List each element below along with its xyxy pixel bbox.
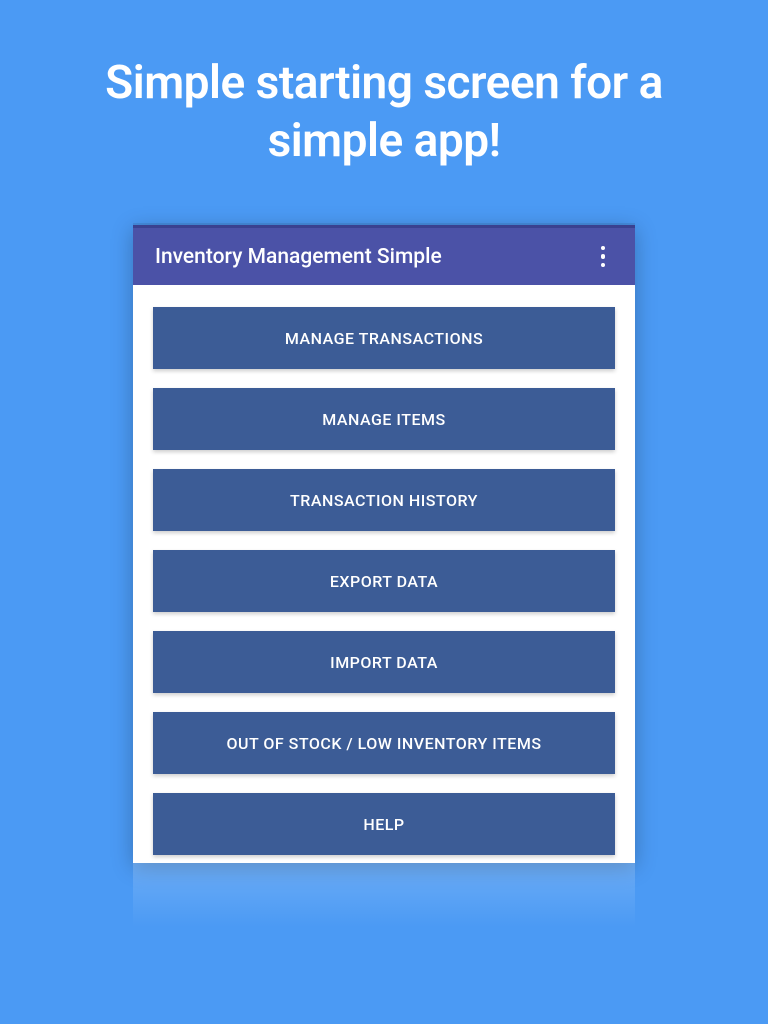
menu-button-label: MANAGE TRANSACTIONS — [285, 329, 483, 348]
reflection-decoration — [133, 863, 635, 943]
more-vert-icon — [601, 246, 606, 251]
menu-button-label: TRANSACTION HISTORY — [290, 491, 478, 510]
menu-button-label: OUT OF STOCK / LOW INVENTORY ITEMS — [226, 734, 541, 753]
low-inventory-button[interactable]: OUT OF STOCK / LOW INVENTORY ITEMS — [153, 712, 615, 774]
menu-button-label: EXPORT DATA — [330, 572, 438, 591]
app-bar-title: Inventory Management Simple — [155, 245, 442, 269]
transaction-history-button[interactable]: TRANSACTION HISTORY — [153, 469, 615, 531]
menu-button-label: IMPORT DATA — [330, 653, 438, 672]
export-data-button[interactable]: EXPORT DATA — [153, 550, 615, 612]
overflow-menu-button[interactable] — [589, 237, 617, 277]
main-menu: MANAGE TRANSACTIONS MANAGE ITEMS TRANSAC… — [133, 285, 635, 863]
manage-transactions-button[interactable]: MANAGE TRANSACTIONS — [153, 307, 615, 369]
menu-button-label: HELP — [363, 815, 404, 834]
import-data-button[interactable]: IMPORT DATA — [153, 631, 615, 693]
help-button[interactable]: HELP — [153, 793, 615, 855]
menu-button-label: MANAGE ITEMS — [322, 410, 445, 429]
more-vert-icon — [601, 263, 606, 268]
more-vert-icon — [601, 254, 606, 259]
promo-heading: Simple starting screen for a simple app! — [0, 0, 768, 170]
app-window: Inventory Management Simple MANAGE TRANS… — [133, 225, 635, 863]
app-bar: Inventory Management Simple — [133, 225, 635, 285]
manage-items-button[interactable]: MANAGE ITEMS — [153, 388, 615, 450]
